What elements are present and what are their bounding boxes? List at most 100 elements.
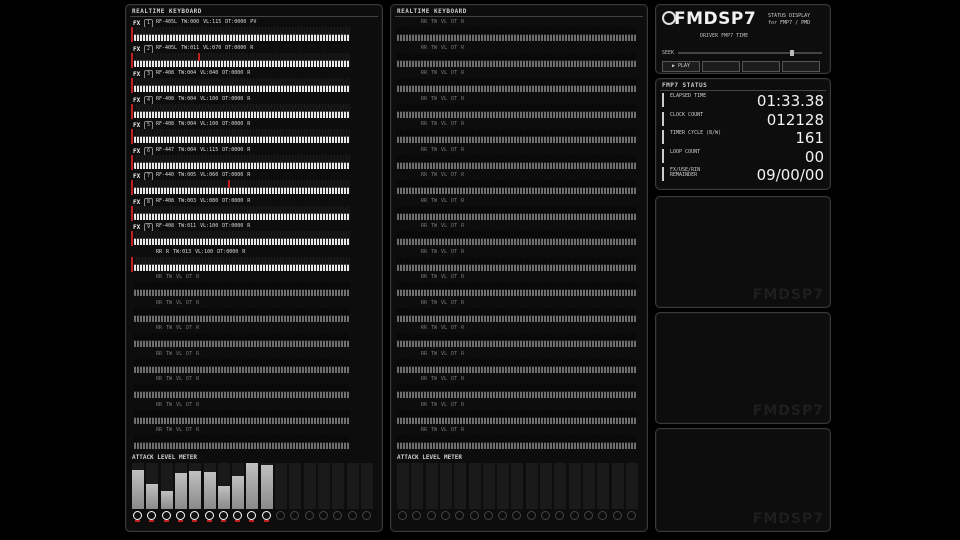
channel-row[interactable]: RR TW VL DT R <box>130 401 356 426</box>
channel-row[interactable]: FX 9 RF-408 TW:011 VL:100 DT:0000 R <box>130 222 356 247</box>
channel-info: RR TW VL DT R <box>421 70 465 76</box>
channel-row[interactable]: RR TW VL DT R <box>395 171 637 196</box>
seek-handle[interactable] <box>790 50 794 56</box>
meter-bars <box>132 463 376 509</box>
piano-keyboard <box>397 52 637 67</box>
divider <box>395 16 643 17</box>
channel-row[interactable]: RR TW VL DT R <box>395 350 637 375</box>
channel-active-marker <box>131 103 133 119</box>
channel-row[interactable]: RR TW VL DT R <box>395 248 637 273</box>
piano-keyboard <box>397 154 637 169</box>
channel-info: RR TW VL DT R <box>156 325 200 331</box>
status-header: FMP7 STATUS <box>662 82 708 89</box>
piano-keyboard <box>397 256 637 271</box>
channel-indicator-icon <box>512 511 522 520</box>
channel-row[interactable]: RR TW VL DT R <box>130 350 356 375</box>
meter-slot <box>625 463 638 509</box>
channel-row[interactable]: RR TW VL DT R <box>395 69 637 94</box>
piano-keyboard <box>134 180 350 194</box>
piano-keyboard <box>134 256 350 271</box>
control-button-2[interactable] <box>702 61 740 72</box>
piano-keyboard <box>397 103 637 118</box>
channel-row[interactable]: RR TW VL DT R <box>395 120 637 145</box>
channel-indicator-icon <box>304 511 314 520</box>
channel-row[interactable]: RR TW VL DT R <box>130 299 356 324</box>
channel-active-marker <box>131 205 133 221</box>
channel-info: RR TW VL DT R <box>421 19 465 25</box>
piano-keyboard <box>397 129 637 143</box>
piano-keyboard <box>134 333 350 347</box>
meter-bar <box>174 473 187 509</box>
channel-info: RR TW VL DT R <box>421 274 465 280</box>
piano-keyboard <box>134 129 350 143</box>
channel-indicator-icon <box>318 511 328 520</box>
indicator-red-icon <box>135 520 140 522</box>
channel-row[interactable]: RR TW VL DT R <box>130 375 356 400</box>
channel-row[interactable]: RR TW VL DT R <box>395 18 637 43</box>
play-button[interactable]: ▶ PLAY <box>662 61 700 72</box>
channel-info: RR TW VL DT R <box>421 299 465 306</box>
watermark-logo: FMDSP7 <box>752 403 824 419</box>
meter-slot <box>468 463 481 509</box>
channel-info: RR TW VL DT R <box>421 376 465 382</box>
meter-bars <box>397 463 641 509</box>
channel-row[interactable]: RR TW VL DT R <box>130 273 356 298</box>
channel-row[interactable]: RR TW VL DT R <box>395 44 637 69</box>
channel-indicator-icon <box>347 511 357 520</box>
right-panel-header: REALTIME KEYBOARD <box>397 8 467 15</box>
channel-row[interactable]: RR TW VL DT R <box>395 324 637 349</box>
channel-info: RR TW VL DT R <box>156 274 200 280</box>
channel-row[interactable]: RR TW VL DT R <box>395 401 637 426</box>
channel-row[interactable]: RR TW VL DT R <box>395 197 637 222</box>
status-label: ELAPSED TIME <box>670 93 707 99</box>
seek-label: SEEK <box>662 50 675 56</box>
channel-row[interactable]: RR TW VL DT R <box>395 375 637 400</box>
channel-row[interactable]: FX 7 RF-440 TW:005 VL:060 DT:0000 R <box>130 171 356 196</box>
channel-row[interactable]: FX 4 RF-408 TW:004 VL:100 DT:0000 R <box>130 95 356 120</box>
seek-bar[interactable] <box>678 50 822 56</box>
control-button-4[interactable] <box>782 61 820 72</box>
channel-row[interactable]: RR TW VL DT R <box>395 299 637 324</box>
channel-row[interactable]: FX 5 RF-408 TW:004 VL:100 DT:0000 R <box>130 120 356 145</box>
channel-row[interactable]: RR TW VL DT R <box>395 95 637 120</box>
status-label: LOOP COUNT <box>670 148 701 155</box>
channel-active-marker <box>131 154 133 170</box>
channel-row[interactable]: FX 3 RF-408 TW:004 VL:040 DT:0000 R <box>130 69 356 94</box>
logo-panel: FMDSP7 STATUS DISPLAY for FMP7 / PMD DRI… <box>655 4 831 74</box>
info-panel-1: FMDSP7 <box>655 196 831 308</box>
fx-label: FX <box>133 198 141 206</box>
piano-keyboard <box>397 78 637 92</box>
divider <box>660 90 826 91</box>
piano-keyboard <box>397 282 637 296</box>
channel-row[interactable]: RR R TW:013 VL:100 DT:0000 R <box>130 248 356 273</box>
channel-indicator-icon <box>361 511 371 520</box>
channel-row[interactable]: FX 1 RF-405L TW:000 VL:115 DT:0000 PV <box>130 18 356 43</box>
status-bar-icon <box>662 111 664 126</box>
piano-keyboard <box>134 103 350 118</box>
channel-row[interactable]: RR TW VL DT R <box>395 273 637 298</box>
meter-bar <box>203 472 216 509</box>
channel-row[interactable]: RR TW VL DT R <box>130 324 356 349</box>
status-label: TIMER CYCLE (B/W) <box>670 130 722 136</box>
meter-bar <box>132 469 144 509</box>
channel-row[interactable]: FX 6 RF-447 TW:004 VL:115 DT:0000 R <box>130 146 356 171</box>
channel-row[interactable]: FX 8 RF-408 TW:003 VL:080 DT:0000 R <box>130 197 356 222</box>
piano-keyboard <box>134 307 350 322</box>
channel-indicator-icon <box>498 511 508 520</box>
channel-indicator-icon <box>133 511 142 520</box>
channel-row[interactable]: RR TW VL DT R <box>395 146 637 171</box>
logo-subtitle: STATUS DISPLAY <box>768 13 811 19</box>
piano-keyboard <box>134 27 350 41</box>
channel-indicator-icon <box>569 511 579 520</box>
channel-row[interactable]: RR TW VL DT R <box>395 222 637 247</box>
piano-keyboard <box>397 333 637 347</box>
piano-keyboard <box>134 231 350 245</box>
watermark-logo: FMDSP7 <box>752 287 824 303</box>
channel-row[interactable]: RR TW VL DT R <box>395 426 637 451</box>
piano-keyboard <box>397 180 637 194</box>
piano-keyboard <box>397 409 637 424</box>
channel-row[interactable]: RR TW VL DT R <box>130 426 356 451</box>
control-button-3[interactable] <box>742 61 780 72</box>
channel-row[interactable]: FX 2 RF-405L TW:011 VL:070 DT:0000 R <box>130 44 356 69</box>
channel-indicators <box>132 511 376 522</box>
